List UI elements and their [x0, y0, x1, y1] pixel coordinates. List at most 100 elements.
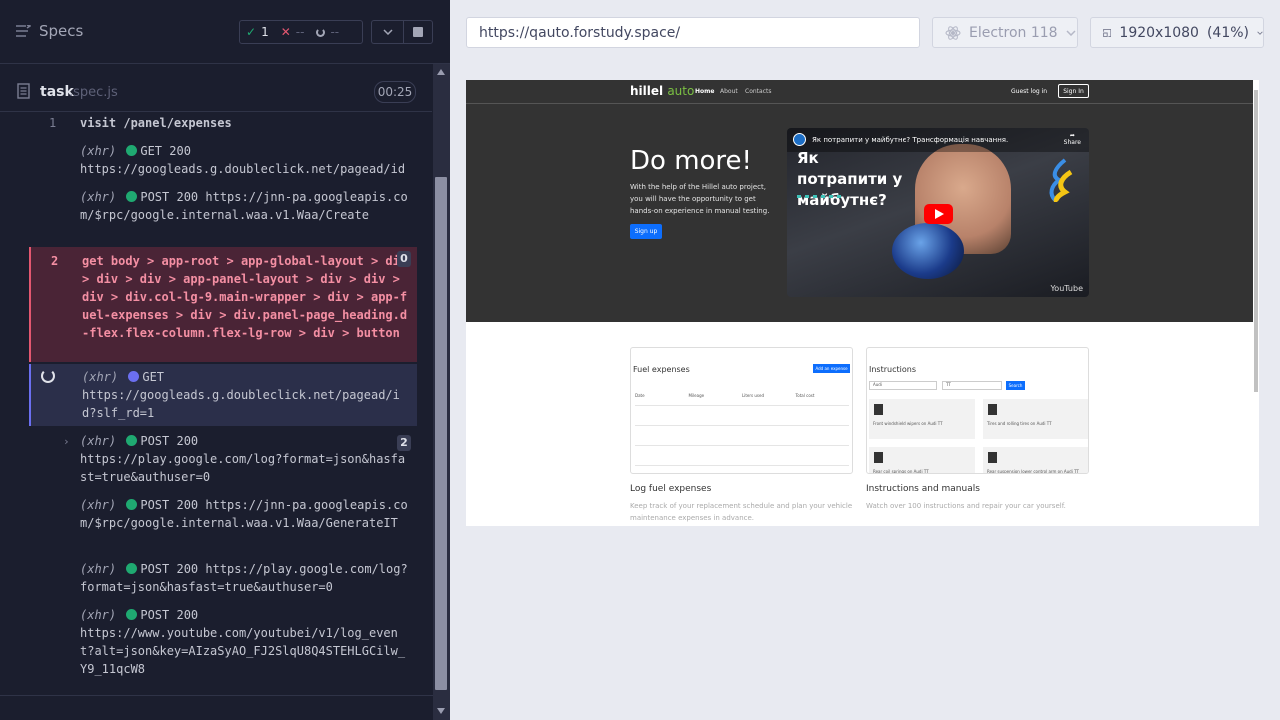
command-kind: (xhr)	[80, 562, 117, 576]
pdf-icon	[988, 404, 997, 415]
instruction-tile: Tires and rolling tires on Audi TT	[983, 399, 1088, 439]
instruction-tile: Rear suspension lower control arm on Aud…	[983, 447, 1088, 473]
command-text: GET	[142, 370, 165, 384]
check-icon: ✓	[246, 25, 257, 39]
channel-avatar[interactable]	[793, 133, 806, 146]
command-row[interactable]: 1 visit /panel/expenses	[29, 112, 417, 134]
iframe-scrollbar-thumb[interactable]	[1254, 90, 1258, 392]
table-row	[635, 426, 849, 446]
feature-title: Instructions and manuals	[866, 484, 980, 494]
chevron-right-icon[interactable]: ›	[63, 433, 70, 451]
command-kind: (xhr)	[80, 434, 117, 448]
command-url: https://www.youtube.com/youtubei/v1/log_…	[80, 626, 406, 676]
command-row[interactable]: (xhr) POST 200 https://jnn-pa.googleapis…	[29, 187, 417, 245]
brand-select: Audi	[869, 381, 937, 390]
video-overlay-text: Як потрапити у майбутнє?	[797, 149, 903, 209]
video-title[interactable]: Як потрапити у майбутнє? Трансформація н…	[812, 136, 1008, 144]
footer-divider	[0, 695, 433, 696]
viewport-scale: (41%)	[1206, 24, 1249, 41]
command-number: 1	[49, 116, 57, 130]
status-dot-icon	[126, 145, 138, 156]
nav-about-link[interactable]: About	[720, 88, 738, 95]
instructions-preview: Instructions Audi TT Search Front windsh…	[866, 347, 1089, 474]
pending-icon	[316, 27, 326, 37]
play-button[interactable]	[924, 204, 953, 224]
command-kind: (xhr)	[80, 190, 117, 204]
test-stats: ✓ 1 ✕ -- --	[239, 20, 363, 44]
command-kind: (xhr)	[80, 144, 117, 158]
scroll-up-arrow-icon[interactable]	[437, 69, 445, 75]
pending-stat: --	[310, 25, 345, 39]
video-thumbnail-globe	[892, 223, 964, 279]
status-dot-icon	[126, 609, 138, 620]
fuel-expenses-preview: Fuel expenses Add an expense Date Mileage…	[630, 347, 853, 474]
command-row[interactable]: (xhr) GET 200 https://googleads.g.double…	[29, 141, 417, 181]
command-row-pending[interactable]: (xhr) GET https://googleads.g.doubleclic…	[29, 364, 417, 426]
command-row-failed[interactable]: 2 get body > app-root > app-global-layou…	[29, 247, 417, 362]
status-dot-icon	[126, 435, 138, 446]
command-log: 1 visit /panel/expenses (xhr) GET 200 ht…	[0, 112, 432, 682]
share-icon: ➦	[1069, 132, 1075, 139]
spinner-icon	[41, 369, 55, 383]
sign-up-button[interactable]: Sign up	[630, 224, 662, 239]
stop-button[interactable]	[403, 20, 433, 44]
table-header-row: Date Mileage Liters used Total cost	[635, 386, 849, 406]
cypress-runner: Specs ✓ 1 ✕ -- -- task .spec.js 00:25 1 …	[0, 0, 1280, 720]
nav-home-link[interactable]: Home	[695, 88, 714, 95]
x-icon: ✕	[280, 25, 291, 39]
share-button[interactable]: ➦ Share	[1064, 132, 1081, 146]
specs-button[interactable]: Specs	[16, 22, 83, 40]
status-dot-icon	[126, 563, 138, 574]
sign-in-button[interactable]: Sign In	[1058, 84, 1089, 98]
nav-contacts-link[interactable]: Contacts	[745, 88, 771, 95]
pdf-icon	[874, 452, 883, 463]
request-count-badge: 2	[397, 435, 411, 451]
browser-selector[interactable]: Electron 118	[932, 17, 1078, 48]
pending-count: --	[330, 25, 340, 39]
model-select: TT	[942, 381, 1002, 390]
scroll-down-arrow-icon[interactable]	[437, 708, 445, 714]
stop-icon	[413, 27, 423, 37]
status-dot-icon	[126, 499, 138, 510]
iframe-scrollbar[interactable]	[1253, 80, 1259, 526]
command-kind: (xhr)	[82, 370, 119, 384]
status-dot-icon	[128, 371, 140, 382]
spec-timer: 00:25	[374, 81, 416, 103]
guest-login-button[interactable]: Guest log in	[1011, 88, 1047, 95]
command-text: visit /panel/expenses	[80, 116, 232, 130]
instruction-tile: Front windshield wipers on Audi TT	[869, 399, 975, 439]
site-logo[interactable]: hillel auto	[630, 84, 694, 98]
chevron-down-icon	[1257, 30, 1263, 35]
hero-text: With the help of the Hillel auto project…	[630, 183, 770, 215]
video-dots-decoration	[797, 195, 845, 198]
expenses-table: Date Mileage Liters used Total cost	[635, 386, 849, 466]
command-url: https://play.google.com/log?format=json&…	[80, 452, 406, 484]
scrollbar-thumb[interactable]	[435, 177, 447, 690]
passed-stat: ✓ 1	[240, 25, 275, 39]
command-kind: (xhr)	[80, 498, 117, 512]
command-url: https://googleads.g.doubleclick.net/page…	[80, 162, 406, 176]
passed-count: 1	[261, 25, 269, 39]
video-thumbnail-flag	[1049, 158, 1073, 202]
aut-iframe[interactable]: hillel auto Home About Contacts Guest lo…	[466, 80, 1259, 526]
reporter-header: Specs ✓ 1 ✕ -- --	[0, 0, 450, 64]
hero-title: Do more!	[630, 146, 752, 176]
command-row[interactable]: (xhr) POST 200 https://www.youtube.com/y…	[29, 605, 417, 681]
reporter-panel: Specs ✓ 1 ✕ -- -- task .spec.js 00:25 1 …	[0, 0, 450, 720]
viewport-selector[interactable]: 1920x1080 (41%)	[1090, 17, 1264, 48]
command-row[interactable]: (xhr) POST 200 https://jnn-pa.googleapis…	[29, 495, 417, 553]
pdf-icon	[988, 452, 997, 463]
failed-count: --	[295, 25, 305, 39]
options-dropdown-button[interactable]	[371, 20, 403, 44]
viewport-icon	[1103, 28, 1112, 37]
url-input[interactable]: https://qauto.forstudy.space/	[466, 17, 920, 48]
table-row	[635, 446, 849, 466]
feature-text: Watch over 100 instructions and repair y…	[866, 502, 1066, 510]
youtube-logo[interactable]: YouTube	[1050, 284, 1083, 293]
video-player[interactable]: Як потрапити у майбутнє? Трансформація н…	[787, 128, 1089, 297]
add-expense-button: Add an expense	[813, 364, 850, 373]
command-row[interactable]: › (xhr) POST 200 https://play.google.com…	[29, 431, 417, 489]
chevron-down-icon	[1066, 29, 1076, 36]
command-row[interactable]: (xhr) POST 200 https://play.google.com/l…	[29, 559, 417, 599]
browser-name: Electron 118	[969, 24, 1058, 41]
